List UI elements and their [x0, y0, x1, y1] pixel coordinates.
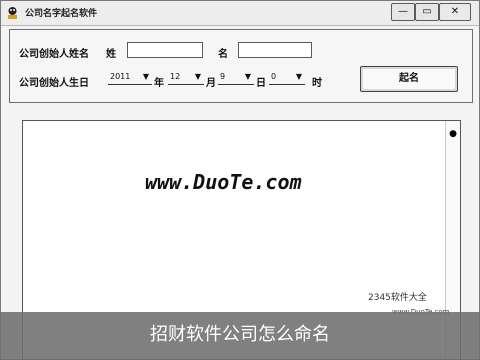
app-icon [8, 7, 17, 19]
month-suffix: 月 [206, 78, 216, 89]
caption-banner: 招财软件公司怎么命名 [0, 312, 480, 360]
dropdown-arrow-icon: ▼ [244, 72, 251, 81]
dropdown-arrow-icon: ▼ [194, 72, 201, 81]
day-select[interactable]: 9 ▼ [218, 71, 254, 85]
dropdown-arrow-icon: ▼ [295, 72, 302, 81]
dropdown-arrow-icon: ▼ [142, 72, 149, 81]
input-form: 公司创始人姓名 姓 名 公司创始人生日 2011 ▼ 年 12 ▼ 月 9 ▼ … [9, 29, 473, 103]
hour-value: 0 [271, 72, 277, 81]
given-name-label: 名 [218, 49, 228, 60]
maximize-button[interactable]: ▭ [415, 3, 439, 21]
surname-label: 姓 [106, 49, 116, 60]
minimize-button[interactable]: — [391, 3, 415, 21]
generate-name-button[interactable]: 起名 [360, 66, 458, 92]
title-bar: 公司名字起名软件 — ▭ ✕ [1, 1, 479, 26]
day-suffix: 日 [256, 78, 266, 89]
surname-input[interactable] [127, 42, 203, 58]
given-name-input[interactable] [238, 42, 312, 58]
watermark-text: www.DuoTe.com [145, 170, 302, 194]
window-title: 公司名字起名软件 [25, 9, 98, 19]
month-value: 12 [170, 72, 181, 81]
day-value: 9 [220, 72, 226, 81]
scroll-thumb-icon[interactable]: ● [449, 129, 457, 139]
founder-birthday-label: 公司创始人生日 [19, 78, 89, 89]
site-logo: 2345软件大全 [368, 293, 427, 303]
hour-select[interactable]: 0 ▼ [269, 71, 305, 85]
year-suffix: 年 [154, 78, 164, 89]
hour-suffix: 时 [312, 78, 322, 89]
founder-name-label: 公司创始人姓名 [19, 49, 89, 60]
month-select[interactable]: 12 ▼ [168, 71, 204, 85]
year-value: 2011 [110, 72, 131, 81]
year-select[interactable]: 2011 ▼ [108, 71, 152, 85]
close-button[interactable]: ✕ [439, 3, 471, 21]
